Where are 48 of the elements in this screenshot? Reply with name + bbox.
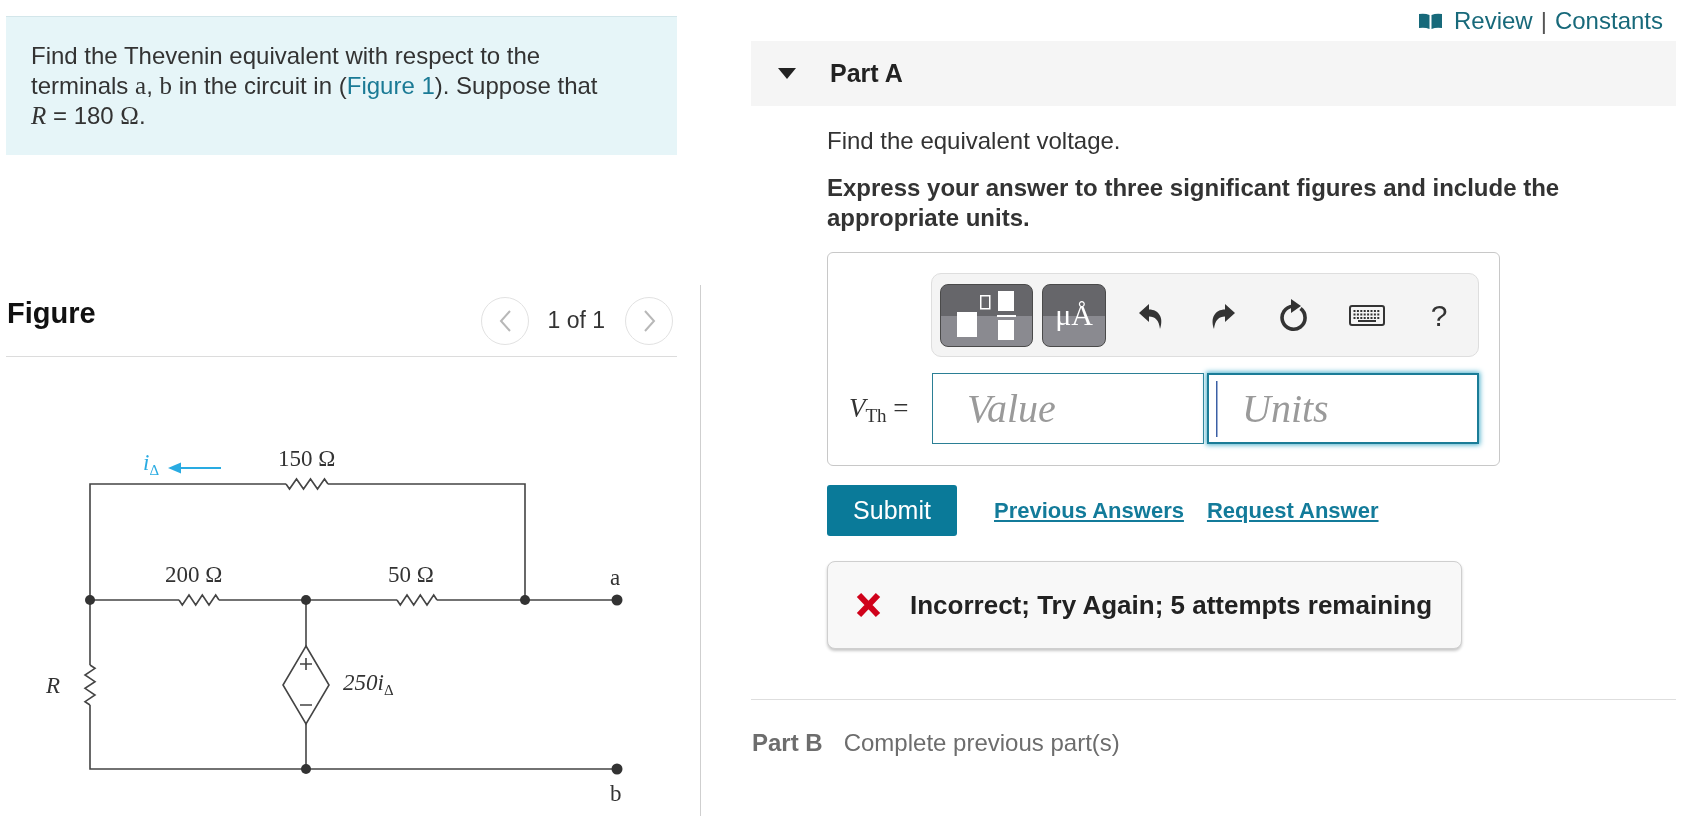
resistor-label: 150 Ω — [278, 447, 336, 470]
resistor — [178, 593, 220, 607]
problem-text: Find the Thevenin equivalent with respect to the terminals a, b in the circuit in (Figure 1). Suppose that R = 180 Ω. — [31, 41, 599, 131]
header-link[interactable]: Review — [1454, 2, 1533, 39]
cross-icon — [856, 592, 881, 618]
previous-answers-link[interactable]: Previous Answers — [994, 494, 1184, 527]
part-title: Part B — [752, 728, 823, 758]
resistor-label: 200 Ω — [165, 563, 223, 586]
terminal-label: b — [610, 782, 622, 805]
units-button[interactable]: μÅ — [1042, 283, 1106, 347]
current-arrow — [168, 462, 222, 474]
book-icon — [1419, 12, 1442, 29]
node-dot — [301, 764, 311, 774]
keyboard-icon — [1349, 304, 1385, 326]
resistor — [285, 477, 329, 491]
help-button[interactable]: ? — [1414, 290, 1464, 340]
node-dot — [301, 595, 311, 605]
terminal-dot — [611, 594, 623, 606]
node-dot — [520, 595, 530, 605]
answer-label: V$_{Th}$ = — [848, 392, 910, 428]
units-field[interactable]: Units — [1207, 373, 1479, 444]
part-status-text: Complete previous part(s) — [843, 728, 1120, 758]
terminal-label: a — [610, 566, 621, 589]
templates-button[interactable] — [940, 283, 1033, 347]
header-link[interactable]: Constants — [1554, 2, 1663, 39]
resistor-label: 50 Ω — [388, 563, 434, 586]
instruction-text: Express your answer to three significant figures and include the appropriate units. — [827, 173, 1561, 233]
resistor — [396, 593, 438, 607]
submit-button[interactable]: Submit — [827, 485, 957, 536]
reset-icon — [1280, 298, 1310, 332]
figure-counter: 1 of 1 — [547, 306, 605, 336]
question-text: Find the equivalent voltage. — [827, 126, 1122, 156]
current-label: i$_{Δ}$ — [143, 451, 160, 474]
resistor — [83, 664, 97, 706]
chevron-right-icon — [642, 309, 656, 332]
template-icon — [957, 290, 1016, 340]
feedback-message: Incorrect; Try Again; 5 attempts remaining — [910, 588, 1433, 622]
node-dot — [85, 595, 95, 605]
value-field[interactable]: Value — [932, 373, 1204, 444]
part-header[interactable]: Part A — [751, 41, 1676, 106]
figure-link[interactable]: Figure 1 — [346, 72, 435, 99]
request-answer-link[interactable]: Request Answer — [1206, 494, 1379, 527]
link-separator: | — [1540, 5, 1547, 36]
chevron-left-icon — [498, 309, 512, 332]
terminal-dot — [611, 763, 623, 775]
source-label: 250i$_{Δ}$ — [343, 671, 394, 694]
figure-title: Figure — [7, 295, 96, 331]
resistor-label: R — [46, 674, 61, 697]
